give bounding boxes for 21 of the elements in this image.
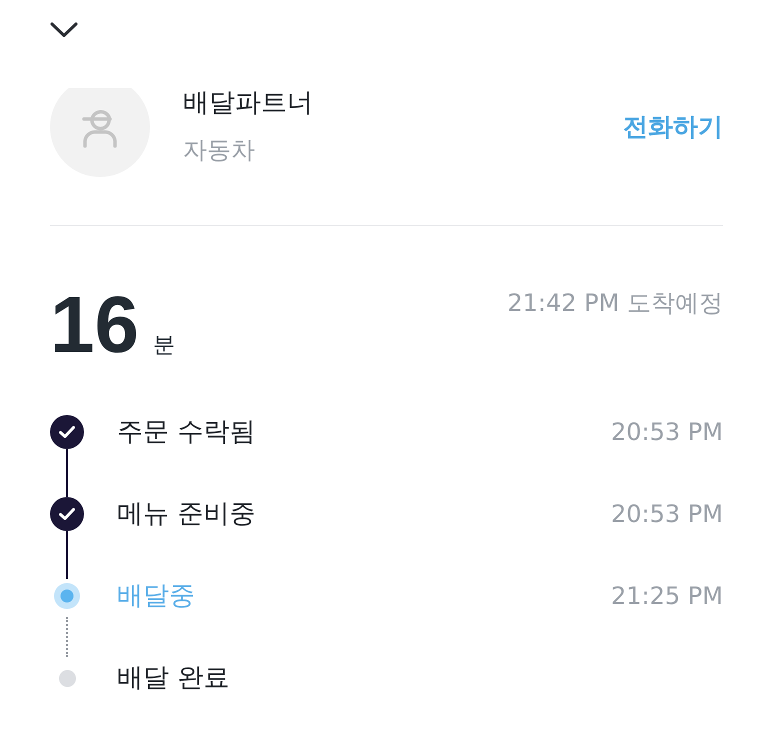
vehicle-type: 자동차	[183, 136, 256, 164]
chevron-down-icon[interactable]	[50, 22, 78, 38]
timeline-connector	[66, 617, 68, 657]
avatar-icon	[50, 88, 150, 177]
arrival-time: 21:42 PM 도착예정	[507, 288, 723, 318]
check-circle-icon	[50, 415, 84, 449]
partner-name: 배달파트너	[183, 88, 314, 118]
step-time: 20:53 PM	[611, 417, 723, 448]
step-label: 배달중	[117, 580, 196, 613]
step-time: 20:53 PM	[611, 499, 723, 530]
step-time: 21:25 PM	[611, 581, 723, 612]
eta-minutes: 16	[50, 285, 139, 365]
call-button[interactable]: 전화하기	[623, 112, 723, 142]
dot-icon	[58, 670, 76, 686]
ring-dot-icon	[54, 583, 80, 609]
timeline-connector	[66, 531, 68, 579]
step-label: 주문 수락됨	[117, 416, 256, 449]
step-label: 배달 완료	[117, 662, 230, 695]
eta-unit: 분	[152, 333, 175, 359]
check-circle-icon	[50, 497, 84, 531]
step-label: 메뉴 준비중	[117, 498, 256, 531]
